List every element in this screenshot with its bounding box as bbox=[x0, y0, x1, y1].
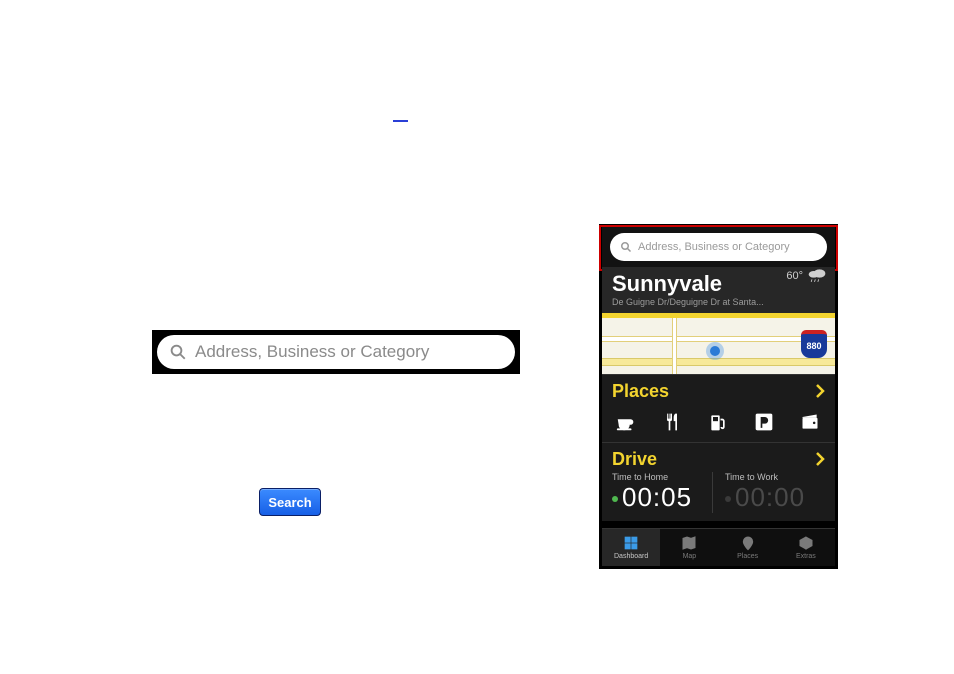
grid-icon bbox=[623, 535, 639, 551]
box-icon bbox=[798, 535, 814, 551]
tab-label: Extras bbox=[796, 553, 816, 560]
tab-places[interactable]: Places bbox=[719, 529, 777, 566]
pin-icon bbox=[740, 535, 756, 551]
location-subtitle: De Guigne Dr/Deguigne Dr at Santa... bbox=[612, 297, 825, 307]
tab-label: Dashboard bbox=[614, 553, 648, 560]
decorative-dash bbox=[393, 120, 408, 122]
drive-time: 00:00 bbox=[735, 482, 805, 512]
gas-icon[interactable] bbox=[706, 410, 730, 434]
section-title: Drive bbox=[612, 449, 825, 470]
weather-readout: 60° bbox=[786, 269, 827, 283]
tab-extras[interactable]: Extras bbox=[777, 529, 835, 566]
highway-shield: 880 bbox=[801, 330, 827, 358]
restaurant-icon[interactable] bbox=[660, 410, 684, 434]
map-preview[interactable]: 880 bbox=[602, 318, 835, 374]
map-road bbox=[602, 358, 835, 366]
highway-number: 880 bbox=[806, 341, 821, 351]
drive-section[interactable]: Drive Time to Home 00:05 Time to Work 00… bbox=[602, 442, 835, 521]
weather-temp: 60° bbox=[786, 270, 803, 282]
location-header[interactable]: Sunnyvale De Guigne Dr/Deguigne Dr at Sa… bbox=[602, 267, 835, 313]
search-icon bbox=[620, 241, 632, 253]
drive-home[interactable]: Time to Home 00:05 bbox=[612, 472, 712, 513]
phone-search-bar: Address, Business or Category bbox=[602, 227, 835, 267]
drive-label: Time to Work bbox=[725, 472, 817, 482]
tab-label: Map bbox=[683, 553, 697, 560]
chevron-right-icon bbox=[815, 383, 825, 404]
wallet-icon[interactable] bbox=[798, 410, 822, 434]
standalone-search-wrap: Address, Business or Category bbox=[152, 330, 520, 374]
current-location-dot bbox=[710, 346, 720, 356]
coffee-icon[interactable] bbox=[614, 410, 638, 434]
tab-map[interactable]: Map bbox=[660, 529, 718, 566]
drive-time: 00:05 bbox=[622, 482, 692, 512]
status-dot bbox=[612, 496, 618, 502]
map-road bbox=[672, 318, 677, 374]
tab-bar: Dashboard Map Places Extras bbox=[602, 528, 835, 566]
places-section[interactable]: Places bbox=[602, 374, 835, 442]
status-dot bbox=[725, 496, 731, 502]
search-button-label: Search bbox=[268, 495, 311, 510]
places-icon-row bbox=[612, 410, 825, 434]
search-button[interactable]: Search bbox=[259, 488, 321, 516]
phone-search-input[interactable]: Address, Business or Category bbox=[610, 233, 827, 261]
parking-icon[interactable] bbox=[752, 410, 776, 434]
drive-label: Time to Home bbox=[612, 472, 704, 482]
map-icon bbox=[681, 535, 697, 551]
tab-dashboard[interactable]: Dashboard bbox=[602, 529, 660, 566]
search-pill[interactable]: Address, Business or Category bbox=[157, 335, 515, 369]
drive-grid: Time to Home 00:05 Time to Work 00:00 bbox=[612, 472, 825, 513]
phone-dashboard: Address, Business or Category Sunnyvale … bbox=[599, 224, 838, 569]
tab-label: Places bbox=[737, 553, 758, 560]
chevron-right-icon bbox=[815, 451, 825, 472]
cloud-rain-icon bbox=[807, 269, 827, 283]
phone-search-placeholder: Address, Business or Category bbox=[638, 241, 790, 253]
drive-work[interactable]: Time to Work 00:00 bbox=[712, 472, 825, 513]
section-title: Places bbox=[612, 381, 825, 402]
search-icon bbox=[169, 343, 187, 361]
search-placeholder: Address, Business or Category bbox=[195, 342, 429, 362]
